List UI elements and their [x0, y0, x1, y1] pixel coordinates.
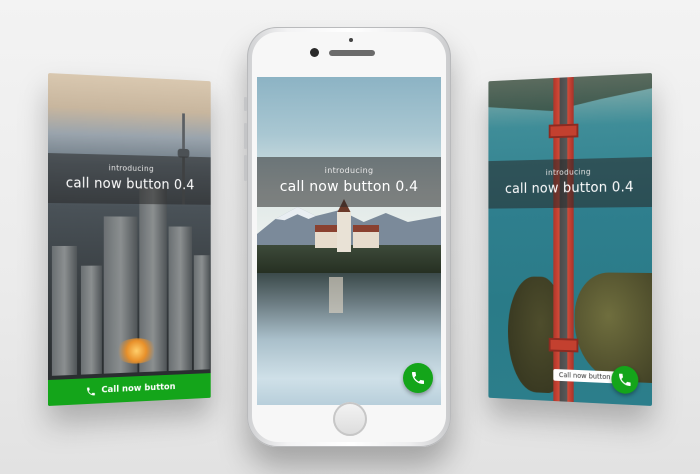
banner-title: call now button 0.4 [505, 179, 634, 197]
church-tower [337, 212, 351, 252]
intro-banner: introducing call now button 0.4 [257, 157, 441, 207]
banner-title: call now button 0.4 [279, 179, 419, 195]
home-button[interactable] [333, 402, 367, 436]
front-camera [310, 48, 319, 57]
call-button[interactable] [611, 365, 639, 395]
church-reflection [329, 277, 343, 313]
banner-subtitle: introducing [545, 167, 591, 178]
earpiece-speaker [329, 50, 375, 56]
banner-subtitle: introducing [108, 163, 154, 174]
right-screen: introducing call now button 0.4 Call now… [488, 73, 652, 406]
building [80, 265, 102, 375]
volume-up-button [244, 123, 247, 149]
house [315, 232, 337, 248]
house [353, 232, 379, 248]
banner-subtitle: introducing [324, 166, 374, 175]
banner-title: call now button 0.4 [65, 175, 195, 194]
call-now-bar[interactable]: Call now button [48, 373, 211, 406]
intro-banner: introducing call now button 0.4 [48, 153, 211, 205]
building [193, 255, 210, 370]
intro-banner: introducing call now button 0.4 [488, 157, 652, 209]
iphone-frame: introducing call now button 0.4 [244, 27, 451, 447]
bridge-tower [548, 337, 579, 353]
phone-icon [412, 372, 424, 384]
proximity-sensor [349, 38, 353, 42]
building [168, 226, 193, 372]
volume-down-button [244, 155, 247, 181]
bridge-tower [548, 123, 579, 139]
call-now-label: Call now button [101, 382, 176, 396]
call-button[interactable] [403, 363, 433, 393]
phone-icon [87, 386, 96, 396]
mute-switch [244, 97, 247, 111]
mockup-stage: introducing call now button 0.4 Call now… [0, 0, 700, 474]
phone-screen: introducing call now button 0.4 [257, 77, 441, 405]
building [51, 245, 78, 376]
left-screen: introducing call now button 0.4 Call now… [48, 73, 211, 406]
phone-icon [619, 373, 631, 387]
